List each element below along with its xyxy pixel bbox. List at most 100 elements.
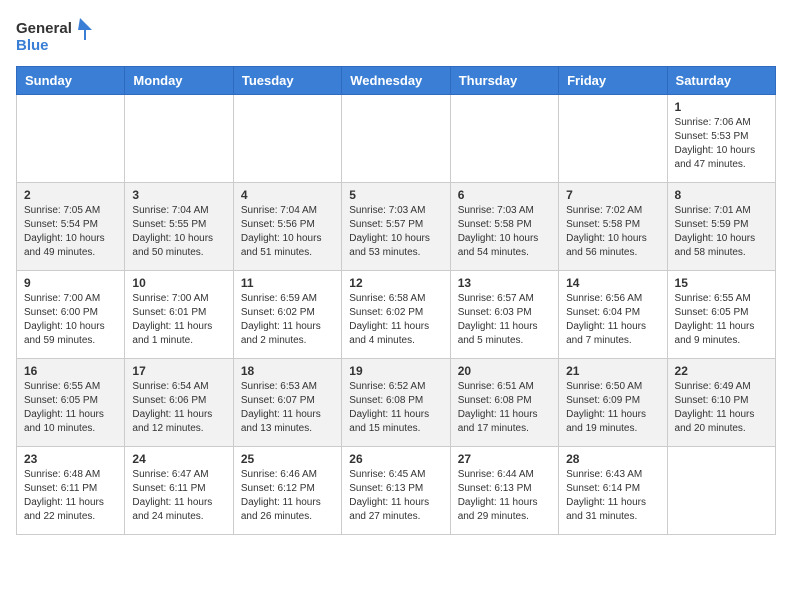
day-info: Sunrise: 6:48 AM Sunset: 6:11 PM Dayligh… bbox=[24, 468, 117, 524]
day-number: 10 bbox=[132, 276, 225, 290]
calendar-cell: 8 Sunrise: 7:01 AM Sunset: 5:59 PM Daylig… bbox=[667, 183, 775, 271]
day-info: Sunrise: 6:53 AM Sunset: 6:07 PM Dayligh… bbox=[241, 380, 334, 436]
calendar-cell: 1 Sunrise: 7:06 AM Sunset: 5:53 PM Daylig… bbox=[667, 95, 775, 183]
day-info: Sunrise: 7:00 AM Sunset: 6:00 PM Dayligh… bbox=[24, 292, 117, 348]
day-number: 5 bbox=[349, 188, 442, 202]
day-info: Sunrise: 6:43 AM Sunset: 6:14 PM Dayligh… bbox=[566, 468, 659, 524]
logo-svg: GeneralBlue bbox=[16, 16, 96, 56]
day-number: 11 bbox=[241, 276, 334, 290]
day-number: 17 bbox=[132, 364, 225, 378]
day-info: Sunrise: 6:45 AM Sunset: 6:13 PM Dayligh… bbox=[349, 468, 442, 524]
calendar-cell: 19 Sunrise: 6:52 AM Sunset: 6:08 PM Dayli… bbox=[342, 359, 450, 447]
day-number: 6 bbox=[458, 188, 551, 202]
calendar-cell: 20 Sunrise: 6:51 AM Sunset: 6:08 PM Dayli… bbox=[450, 359, 558, 447]
calendar-cell: 10 Sunrise: 7:00 AM Sunset: 6:01 PM Dayli… bbox=[125, 271, 233, 359]
calendar-cell: 4 Sunrise: 7:04 AM Sunset: 5:56 PM Daylig… bbox=[233, 183, 341, 271]
calendar-week-row: 1 Sunrise: 7:06 AM Sunset: 5:53 PM Daylig… bbox=[17, 95, 776, 183]
day-number: 16 bbox=[24, 364, 117, 378]
day-number: 18 bbox=[241, 364, 334, 378]
calendar-cell: 13 Sunrise: 6:57 AM Sunset: 6:03 PM Dayli… bbox=[450, 271, 558, 359]
calendar-cell: 17 Sunrise: 6:54 AM Sunset: 6:06 PM Dayli… bbox=[125, 359, 233, 447]
calendar-cell bbox=[450, 95, 558, 183]
day-info: Sunrise: 6:51 AM Sunset: 6:08 PM Dayligh… bbox=[458, 380, 551, 436]
day-info: Sunrise: 7:04 AM Sunset: 5:56 PM Dayligh… bbox=[241, 204, 334, 260]
calendar-cell: 25Sunrise: 6:46 AM Sunset: 6:12 PM Dayli… bbox=[233, 447, 341, 535]
calendar-cell bbox=[125, 95, 233, 183]
calendar-cell: 12Sunrise: 6:58 AM Sunset: 6:02 PM Dayli… bbox=[342, 271, 450, 359]
day-info: Sunrise: 7:02 AM Sunset: 5:58 PM Dayligh… bbox=[566, 204, 659, 260]
day-number: 21 bbox=[566, 364, 659, 378]
day-info: Sunrise: 6:44 AM Sunset: 6:13 PM Dayligh… bbox=[458, 468, 551, 524]
calendar-cell: 27 Sunrise: 6:44 AM Sunset: 6:13 PM Dayli… bbox=[450, 447, 558, 535]
column-header-thursday: Thursday bbox=[450, 67, 558, 95]
calendar-cell: 6 Sunrise: 7:03 AM Sunset: 5:58 PM Daylig… bbox=[450, 183, 558, 271]
day-info: Sunrise: 7:05 AM Sunset: 5:54 PM Dayligh… bbox=[24, 204, 117, 260]
day-info: Sunrise: 6:49 AM Sunset: 6:10 PM Dayligh… bbox=[675, 380, 768, 436]
day-number: 9 bbox=[24, 276, 117, 290]
calendar-cell: 9 Sunrise: 7:00 AM Sunset: 6:00 PM Daylig… bbox=[17, 271, 125, 359]
calendar-cell: 16 Sunrise: 6:55 AM Sunset: 6:05 PM Dayli… bbox=[17, 359, 125, 447]
day-number: 27 bbox=[458, 452, 551, 466]
day-number: 19 bbox=[349, 364, 442, 378]
calendar-cell bbox=[233, 95, 341, 183]
calendar-week-row: 9 Sunrise: 7:00 AM Sunset: 6:00 PM Daylig… bbox=[17, 271, 776, 359]
calendar-week-row: 16 Sunrise: 6:55 AM Sunset: 6:05 PM Dayli… bbox=[17, 359, 776, 447]
calendar-cell: 2 Sunrise: 7:05 AM Sunset: 5:54 PM Daylig… bbox=[17, 183, 125, 271]
day-number: 2 bbox=[24, 188, 117, 202]
day-info: Sunrise: 6:55 AM Sunset: 6:05 PM Dayligh… bbox=[24, 380, 117, 436]
calendar-cell bbox=[342, 95, 450, 183]
day-number: 8 bbox=[675, 188, 768, 202]
calendar-week-row: 23 Sunrise: 6:48 AM Sunset: 6:11 PM Dayli… bbox=[17, 447, 776, 535]
column-header-wednesday: Wednesday bbox=[342, 67, 450, 95]
day-number: 22 bbox=[675, 364, 768, 378]
svg-text:Blue: Blue bbox=[16, 37, 49, 54]
day-number: 4 bbox=[241, 188, 334, 202]
day-info: Sunrise: 7:04 AM Sunset: 5:55 PM Dayligh… bbox=[132, 204, 225, 260]
calendar-cell: 22 Sunrise: 6:49 AM Sunset: 6:10 PM Dayli… bbox=[667, 359, 775, 447]
day-number: 1 bbox=[675, 100, 768, 114]
page-header: GeneralBlue bbox=[16, 16, 776, 56]
day-number: 23 bbox=[24, 452, 117, 466]
day-number: 28 bbox=[566, 452, 659, 466]
calendar-cell: 28 Sunrise: 6:43 AM Sunset: 6:14 PM Dayli… bbox=[559, 447, 667, 535]
day-info: Sunrise: 7:01 AM Sunset: 5:59 PM Dayligh… bbox=[675, 204, 768, 260]
calendar-cell: 26 Sunrise: 6:45 AM Sunset: 6:13 PM Dayli… bbox=[342, 447, 450, 535]
calendar-cell: 15 Sunrise: 6:55 AM Sunset: 6:05 PM Dayli… bbox=[667, 271, 775, 359]
day-info: Sunrise: 6:57 AM Sunset: 6:03 PM Dayligh… bbox=[458, 292, 551, 348]
day-info: Sunrise: 6:50 AM Sunset: 6:09 PM Dayligh… bbox=[566, 380, 659, 436]
calendar-cell: 7 Sunrise: 7:02 AM Sunset: 5:58 PM Daylig… bbox=[559, 183, 667, 271]
calendar-cell: 11 Sunrise: 6:59 AM Sunset: 6:02 PM Dayli… bbox=[233, 271, 341, 359]
calendar-table: SundayMondayTuesdayWednesdayThursdayFrid… bbox=[16, 66, 776, 535]
calendar-cell bbox=[17, 95, 125, 183]
day-number: 3 bbox=[132, 188, 225, 202]
day-info: Sunrise: 6:59 AM Sunset: 6:02 PM Dayligh… bbox=[241, 292, 334, 348]
day-number: 13 bbox=[458, 276, 551, 290]
day-number: 7 bbox=[566, 188, 659, 202]
column-header-sunday: Sunday bbox=[17, 67, 125, 95]
day-info: Sunrise: 7:03 AM Sunset: 5:58 PM Dayligh… bbox=[458, 204, 551, 260]
day-number: 26 bbox=[349, 452, 442, 466]
day-info: Sunrise: 6:56 AM Sunset: 6:04 PM Dayligh… bbox=[566, 292, 659, 348]
day-number: 14 bbox=[566, 276, 659, 290]
calendar-cell: 21 Sunrise: 6:50 AM Sunset: 6:09 PM Dayli… bbox=[559, 359, 667, 447]
calendar-cell: 14 Sunrise: 6:56 AM Sunset: 6:04 PM Dayli… bbox=[559, 271, 667, 359]
day-info: Sunrise: 6:52 AM Sunset: 6:08 PM Dayligh… bbox=[349, 380, 442, 436]
day-info: Sunrise: 6:54 AM Sunset: 6:06 PM Dayligh… bbox=[132, 380, 225, 436]
day-number: 25 bbox=[241, 452, 334, 466]
calendar-header-row: SundayMondayTuesdayWednesdayThursdayFrid… bbox=[17, 67, 776, 95]
calendar-cell: 18 Sunrise: 6:53 AM Sunset: 6:07 PM Dayli… bbox=[233, 359, 341, 447]
day-info: Sunrise: 7:03 AM Sunset: 5:57 PM Dayligh… bbox=[349, 204, 442, 260]
day-info: Sunrise: 7:06 AM Sunset: 5:53 PM Dayligh… bbox=[675, 116, 768, 172]
column-header-saturday: Saturday bbox=[667, 67, 775, 95]
calendar-cell: 5 Sunrise: 7:03 AM Sunset: 5:57 PM Daylig… bbox=[342, 183, 450, 271]
day-info: Sunrise: 7:00 AM Sunset: 6:01 PM Dayligh… bbox=[132, 292, 225, 348]
column-header-tuesday: Tuesday bbox=[233, 67, 341, 95]
day-number: 15 bbox=[675, 276, 768, 290]
day-info: Sunrise: 6:55 AM Sunset: 6:05 PM Dayligh… bbox=[675, 292, 768, 348]
calendar-cell bbox=[667, 447, 775, 535]
day-number: 20 bbox=[458, 364, 551, 378]
day-info: Sunrise: 6:58 AM Sunset: 6:02 PM Dayligh… bbox=[349, 292, 442, 348]
calendar-week-row: 2 Sunrise: 7:05 AM Sunset: 5:54 PM Daylig… bbox=[17, 183, 776, 271]
calendar-cell bbox=[559, 95, 667, 183]
column-header-monday: Monday bbox=[125, 67, 233, 95]
